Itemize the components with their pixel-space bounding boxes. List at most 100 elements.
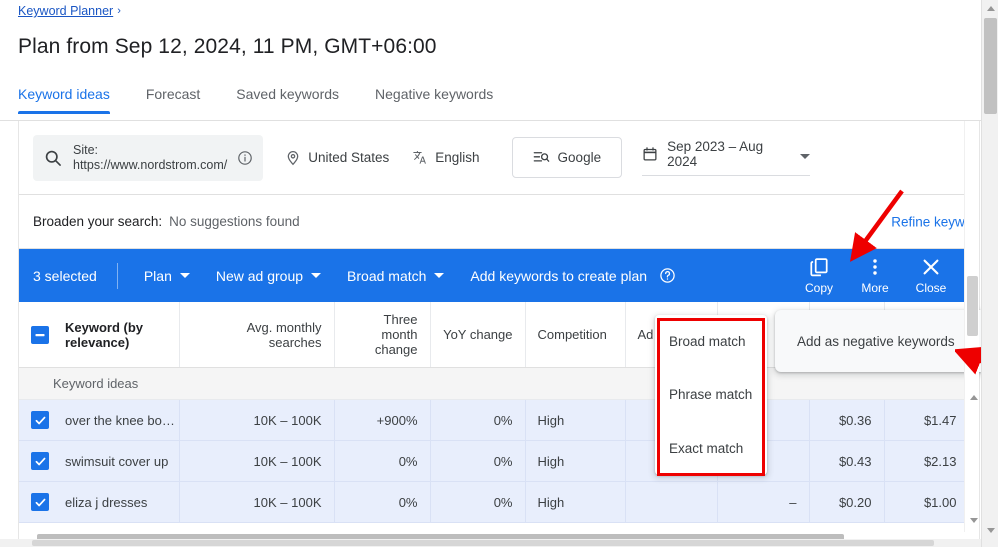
page-horizontal-scrollbar[interactable] [0, 539, 981, 547]
menu-item-label: Phrase match [669, 387, 753, 403]
row-checkbox[interactable] [31, 493, 49, 511]
cell-avg-monthly-searches: 10K – 100K [179, 399, 335, 441]
cell-col7: – [717, 481, 810, 523]
cell-three-month-change: +900% [334, 399, 431, 441]
column-header-keyword[interactable]: Keyword (by relevance) [19, 302, 180, 368]
chevron-down-icon[interactable] [800, 147, 811, 162]
cell-three-month-change: 0% [334, 481, 431, 523]
search-network-filter[interactable]: Google [511, 137, 623, 178]
scroll-down-arrow-icon[interactable] [965, 512, 979, 529]
filter-bar: Site: https://www.nordstrom.com/ United … [19, 121, 979, 195]
copy-button[interactable]: Copy [791, 256, 847, 295]
site-filter-url: https://www.nordstrom.com/ [73, 157, 228, 172]
menu-item-phrase-match[interactable]: Phrase match [655, 368, 767, 421]
location-filter[interactable]: United States [285, 150, 389, 166]
more-button-label: More [861, 281, 889, 295]
add-keywords-label: Add keywords to create plan [470, 267, 648, 284]
column-header-label: YoY change [443, 327, 513, 342]
plan-dropdown-label: Plan [143, 267, 172, 284]
check-icon [35, 498, 45, 506]
more-vertical-icon [873, 259, 877, 275]
action-bar-right-group: Copy More Close [791, 256, 979, 295]
page-vertical-scrollbar-thumb[interactable] [984, 18, 997, 114]
date-range-filter[interactable]: Sep 2023 – Aug 2024 [642, 139, 811, 176]
page-scroll-down-arrow-icon[interactable] [982, 522, 998, 539]
tab-label: Forecast [145, 86, 201, 102]
app-root: Keyword Planner › Plan from Sep 12, 2024… [0, 0, 998, 547]
more-button[interactable]: More [847, 256, 903, 295]
chevron-down-icon [311, 273, 322, 278]
keyword-text: eliza j dresses [65, 494, 148, 510]
column-header-label: Competition [537, 327, 607, 342]
column-header-label: Keyword (by relevance) [65, 319, 144, 350]
language-filter[interactable]: English [411, 149, 480, 166]
column-header-competition[interactable]: Competition [525, 302, 626, 368]
select-all-checkbox[interactable] [31, 325, 49, 344]
cell-bid-low: $0.20 [809, 481, 885, 523]
plan-dropdown-button[interactable]: Plan [144, 268, 190, 284]
network-search-icon [533, 150, 550, 165]
cell-three-month-change: 0% [334, 440, 431, 482]
table-vertical-scrollbar[interactable] [964, 121, 979, 547]
cell-yoy-change: 0% [430, 481, 526, 523]
site-filter-chip[interactable]: Site: https://www.nordstrom.com/ [33, 134, 264, 181]
menu-item-exact-match[interactable]: Exact match [655, 422, 767, 475]
table-row[interactable]: over the knee bo… 10K – 100K +900% 0% Hi… [19, 399, 979, 441]
cell-keyword: over the knee bo… [19, 399, 180, 441]
row-checkbox[interactable] [31, 452, 49, 470]
search-network-label: Google [557, 150, 602, 165]
page-title: Plan from Sep 12, 2024, 11 PM, GMT+06:00 [18, 35, 437, 58]
cell-bid-high: $2.13 [884, 440, 970, 482]
cell-avg-monthly-searches: 10K – 100K [179, 481, 335, 523]
menu-item-broad-match[interactable]: Broad match [655, 315, 767, 368]
keyword-text: swimsuit cover up [65, 453, 169, 469]
broaden-search-row: Broaden your search: No suggestions foun… [19, 195, 979, 249]
row-checkbox[interactable] [31, 411, 49, 429]
copy-icon [810, 258, 828, 277]
column-header-yoy-change[interactable]: YoY change [430, 302, 526, 368]
table-vertical-scrollbar-thumb[interactable] [967, 276, 978, 336]
cell-avg-monthly-searches: 10K – 100K [179, 440, 335, 482]
cell-bid-low: $0.36 [809, 399, 885, 441]
match-type-menu-popup[interactable]: Broad match Phrase match Exact match [655, 315, 767, 475]
column-header-label: Avg. monthly searches [246, 319, 322, 350]
tab-label: Keyword ideas [18, 86, 110, 102]
translate-icon [411, 149, 428, 166]
breadcrumb: Keyword Planner › [18, 4, 121, 18]
page-horizontal-scrollbar-thumb[interactable] [32, 540, 934, 546]
help-icon[interactable] [659, 267, 676, 284]
column-header-avg-monthly-searches[interactable]: Avg. monthly searches [179, 302, 335, 368]
tab-forecast[interactable]: Forecast [146, 80, 218, 114]
group-row-label: Keyword ideas [19, 367, 979, 400]
close-icon [923, 259, 939, 275]
new-ad-group-dropdown-button[interactable]: New ad group [216, 268, 322, 284]
tab-negative-keywords[interactable]: Negative keywords [375, 80, 511, 114]
action-bar-divider [116, 262, 118, 289]
site-filter-label: Site: [73, 142, 99, 157]
page-vertical-scrollbar[interactable] [981, 0, 998, 547]
indeterminate-icon [35, 333, 45, 336]
match-type-dropdown-button[interactable]: Broad match [347, 268, 445, 284]
scroll-up-arrow-icon[interactable] [965, 389, 979, 406]
close-button[interactable]: Close [903, 256, 959, 295]
close-button-label: Close [915, 281, 947, 295]
tab-keyword-ideas[interactable]: Keyword ideas [18, 80, 128, 114]
table-row[interactable]: swimsuit cover up 10K – 100K 0% 0% High … [19, 440, 979, 482]
tab-saved-keywords[interactable]: Saved keywords [236, 80, 357, 114]
add-keywords-to-create-plan-text: Add keywords to create plan [470, 268, 647, 284]
menu-item-label: Add as negative keywords [797, 333, 955, 349]
selected-count-label: 3 selected [33, 267, 97, 284]
breadcrumb-link-keyword-planner[interactable]: Keyword Planner [18, 4, 113, 18]
table-body: over the knee bo… 10K – 100K +900% 0% Hi… [19, 399, 979, 523]
location-pin-icon [285, 150, 301, 166]
info-icon[interactable] [237, 150, 253, 166]
broaden-search-label: Broaden your search: [33, 214, 163, 229]
chevron-down-icon [179, 273, 190, 278]
column-header-label: Ad [637, 327, 654, 342]
column-header-three-month-change[interactable]: Three month change [334, 302, 431, 368]
broaden-search-value: No suggestions found [169, 214, 300, 229]
page-scroll-up-arrow-icon[interactable] [982, 0, 998, 17]
cell-ad-share [625, 481, 718, 523]
language-filter-label: English [435, 150, 480, 165]
table-row[interactable]: eliza j dresses 10K – 100K 0% 0% High – … [19, 481, 979, 523]
